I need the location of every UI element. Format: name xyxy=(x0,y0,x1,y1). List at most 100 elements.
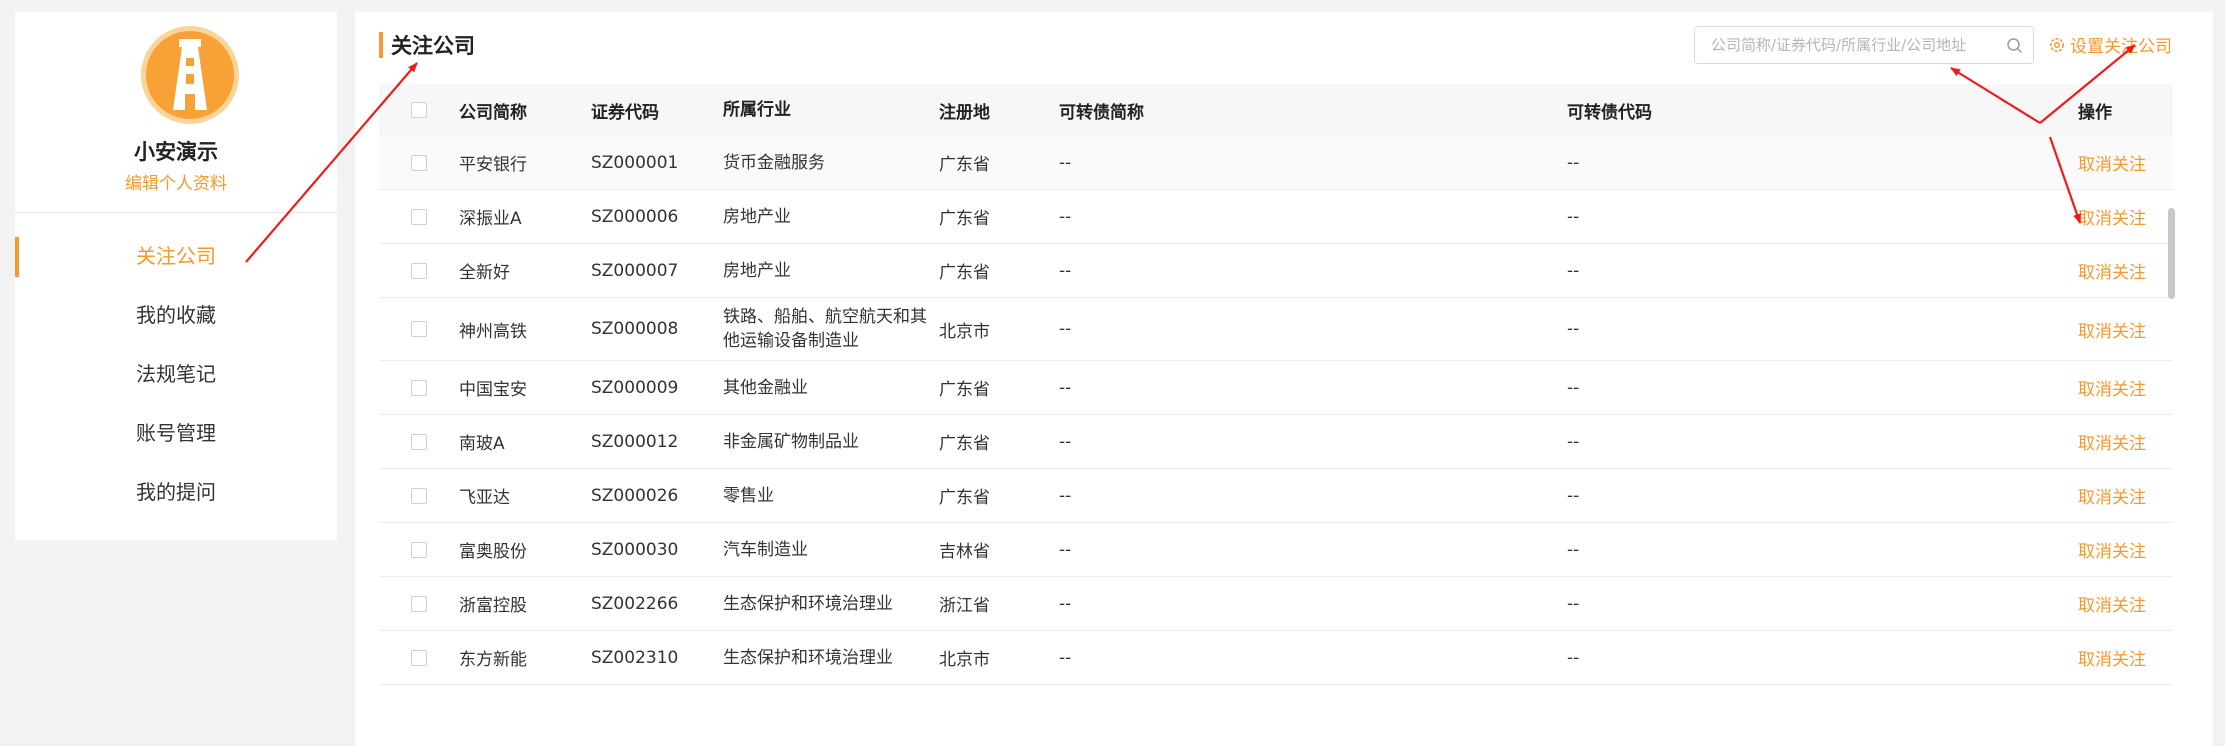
cell-region: 浙江省 xyxy=(939,596,990,616)
row-checkbox[interactable] xyxy=(411,154,427,171)
cell-company-name: 东方新能 xyxy=(459,650,527,670)
row-checkbox[interactable] xyxy=(411,262,427,279)
cell-company-name: 中国宝安 xyxy=(459,380,527,400)
cell-company-name: 浙富控股 xyxy=(459,596,527,616)
username: 小安演示 xyxy=(134,140,218,164)
unfollow-button[interactable]: 取消关注 xyxy=(2078,650,2146,670)
cell-cb-name: -- xyxy=(1059,485,1072,506)
row-checkbox[interactable] xyxy=(411,595,427,612)
row-checkbox[interactable] xyxy=(411,321,427,337)
search-input[interactable] xyxy=(1709,27,2003,63)
cell-security-code: SZ002310 xyxy=(591,647,679,668)
cell-industry: 非金属矿物制品业 xyxy=(723,431,859,452)
table-row: 全新好 SZ000007 房地产业 广东省 -- -- 取消关注 xyxy=(379,244,2173,298)
cell-industry: 房地产业 xyxy=(723,260,791,281)
row-checkbox[interactable] xyxy=(411,649,427,666)
cell-cb-code: -- xyxy=(1567,206,1580,227)
cell-industry: 生态保护和环境治理业 xyxy=(723,647,893,668)
sidebar-item-favorites[interactable]: 我的收藏 xyxy=(15,286,337,345)
row-checkbox[interactable] xyxy=(411,433,427,450)
cell-security-code: SZ000026 xyxy=(591,485,679,506)
sidebar-menu: 关注公司 我的收藏 法规笔记 账号管理 我的提问 xyxy=(15,227,337,522)
header-company-name: 公司简称 xyxy=(459,102,527,123)
unfollow-button[interactable]: 取消关注 xyxy=(2078,488,2146,508)
sidebar-divider xyxy=(15,212,337,213)
profile-sidebar: 小安演示 编辑个人资料 关注公司 我的收藏 法规笔记 账号管理 我的提问 xyxy=(15,12,337,540)
unfollow-button[interactable]: 取消关注 xyxy=(2078,209,2146,229)
cell-region: 吉林省 xyxy=(939,542,990,562)
table-header: 公司简称 证券代码 所属行业 注册地 可转债简称 可转债代码 操作 xyxy=(379,84,2173,136)
cell-industry: 铁路、船舶、航空航天和其他运输设备制造业 xyxy=(723,307,927,351)
cell-industry: 货币金融服务 xyxy=(723,152,825,173)
unfollow-button[interactable]: 取消关注 xyxy=(2078,322,2146,342)
header-region: 注册地 xyxy=(939,102,990,123)
set-followed-companies-label: 设置关注公司 xyxy=(2070,37,2172,57)
cell-industry: 其他金融业 xyxy=(723,377,808,398)
unfollow-button[interactable]: 取消关注 xyxy=(2078,596,2146,616)
title-accent-bar xyxy=(379,32,383,58)
cell-industry: 汽车制造业 xyxy=(723,539,808,560)
cell-security-code: SZ000012 xyxy=(591,431,679,452)
row-checkbox[interactable] xyxy=(411,379,427,396)
edit-profile-link[interactable]: 编辑个人资料 xyxy=(15,169,337,194)
cell-cb-code: -- xyxy=(1567,260,1580,281)
table-scrollbar[interactable] xyxy=(2168,208,2175,299)
table-row: 南玻A SZ000012 非金属矿物制品业 广东省 -- -- 取消关注 xyxy=(379,415,2173,469)
select-all-checkbox[interactable] xyxy=(411,102,427,118)
cell-security-code: SZ000007 xyxy=(591,260,679,281)
cell-security-code: SZ000009 xyxy=(591,377,679,398)
table-row: 中国宝安 SZ000009 其他金融业 广东省 -- -- 取消关注 xyxy=(379,361,2173,415)
search-box xyxy=(1694,26,2034,64)
main-panel: 关注公司 设置关注公司 公司简称 证券代码 所属行业 注册地 可转债简称 可转债… xyxy=(355,12,2213,746)
cell-company-name: 富奥股份 xyxy=(459,542,527,562)
cell-company-name: 神州高铁 xyxy=(459,321,527,342)
cell-region: 广东省 xyxy=(939,380,990,400)
cell-company-name: 平安银行 xyxy=(459,155,527,175)
sidebar-item-my-questions[interactable]: 我的提问 xyxy=(15,463,337,522)
table-row: 深振业A SZ000006 房地产业 广东省 -- -- 取消关注 xyxy=(379,190,2173,244)
avatar[interactable] xyxy=(141,26,239,124)
cell-cb-code: -- xyxy=(1567,319,1580,339)
header-actions: 操作 xyxy=(2078,102,2112,123)
unfollow-button[interactable]: 取消关注 xyxy=(2078,434,2146,454)
cell-security-code: SZ000006 xyxy=(591,206,679,227)
table-row: 浙富控股 SZ002266 生态保护和环境治理业 浙江省 -- -- 取消关注 xyxy=(379,577,2173,631)
cell-company-name: 深振业A xyxy=(459,209,522,229)
sidebar-item-account[interactable]: 账号管理 xyxy=(15,404,337,463)
table-row: 飞亚达 SZ000026 零售业 广东省 -- -- 取消关注 xyxy=(379,469,2173,523)
cell-company-name: 飞亚达 xyxy=(459,488,510,508)
cell-cb-name: -- xyxy=(1059,152,1072,173)
search-icon[interactable] xyxy=(2006,37,2023,54)
unfollow-button[interactable]: 取消关注 xyxy=(2078,380,2146,400)
cell-region: 广东省 xyxy=(939,209,990,229)
cell-region: 广东省 xyxy=(939,155,990,175)
sidebar-item-followed-companies[interactable]: 关注公司 xyxy=(15,227,337,286)
set-followed-companies-button[interactable]: 设置关注公司 xyxy=(2049,32,2172,57)
table-row: 富奥股份 SZ000030 汽车制造业 吉林省 -- -- 取消关注 xyxy=(379,523,2173,577)
header-security-code: 证券代码 xyxy=(591,102,659,123)
cell-industry: 房地产业 xyxy=(723,206,791,227)
cell-security-code: SZ000001 xyxy=(591,152,679,173)
table-row: 东方新能 SZ002310 生态保护和环境治理业 北京市 -- -- 取消关注 xyxy=(379,631,2173,685)
cell-security-code: SZ000030 xyxy=(591,539,679,560)
cell-region: 广东省 xyxy=(939,434,990,454)
lighthouse-logo-icon xyxy=(173,39,207,110)
gear-icon xyxy=(2050,37,2064,52)
cell-cb-code: -- xyxy=(1567,152,1580,173)
cell-cb-name: -- xyxy=(1059,593,1072,614)
header-cb-name: 可转债简称 xyxy=(1059,102,1144,123)
unfollow-button[interactable]: 取消关注 xyxy=(2078,542,2146,562)
cell-cb-code: -- xyxy=(1567,647,1580,668)
row-checkbox[interactable] xyxy=(411,541,427,558)
unfollow-button[interactable]: 取消关注 xyxy=(2078,263,2146,283)
followed-companies-table: 公司简称 证券代码 所属行业 注册地 可转债简称 可转债代码 操作 平安银行 S… xyxy=(379,84,2175,685)
sidebar-item-regulation-notes[interactable]: 法规笔记 xyxy=(15,345,337,404)
table-row: 平安银行 SZ000001 货币金融服务 广东省 -- -- 取消关注 xyxy=(379,136,2173,190)
row-checkbox[interactable] xyxy=(411,208,427,225)
cell-industry: 零售业 xyxy=(723,485,774,506)
cell-cb-name: -- xyxy=(1059,260,1072,281)
row-checkbox[interactable] xyxy=(411,487,427,504)
cell-region: 北京市 xyxy=(939,321,990,342)
cell-cb-name: -- xyxy=(1059,206,1072,227)
unfollow-button[interactable]: 取消关注 xyxy=(2078,155,2146,175)
